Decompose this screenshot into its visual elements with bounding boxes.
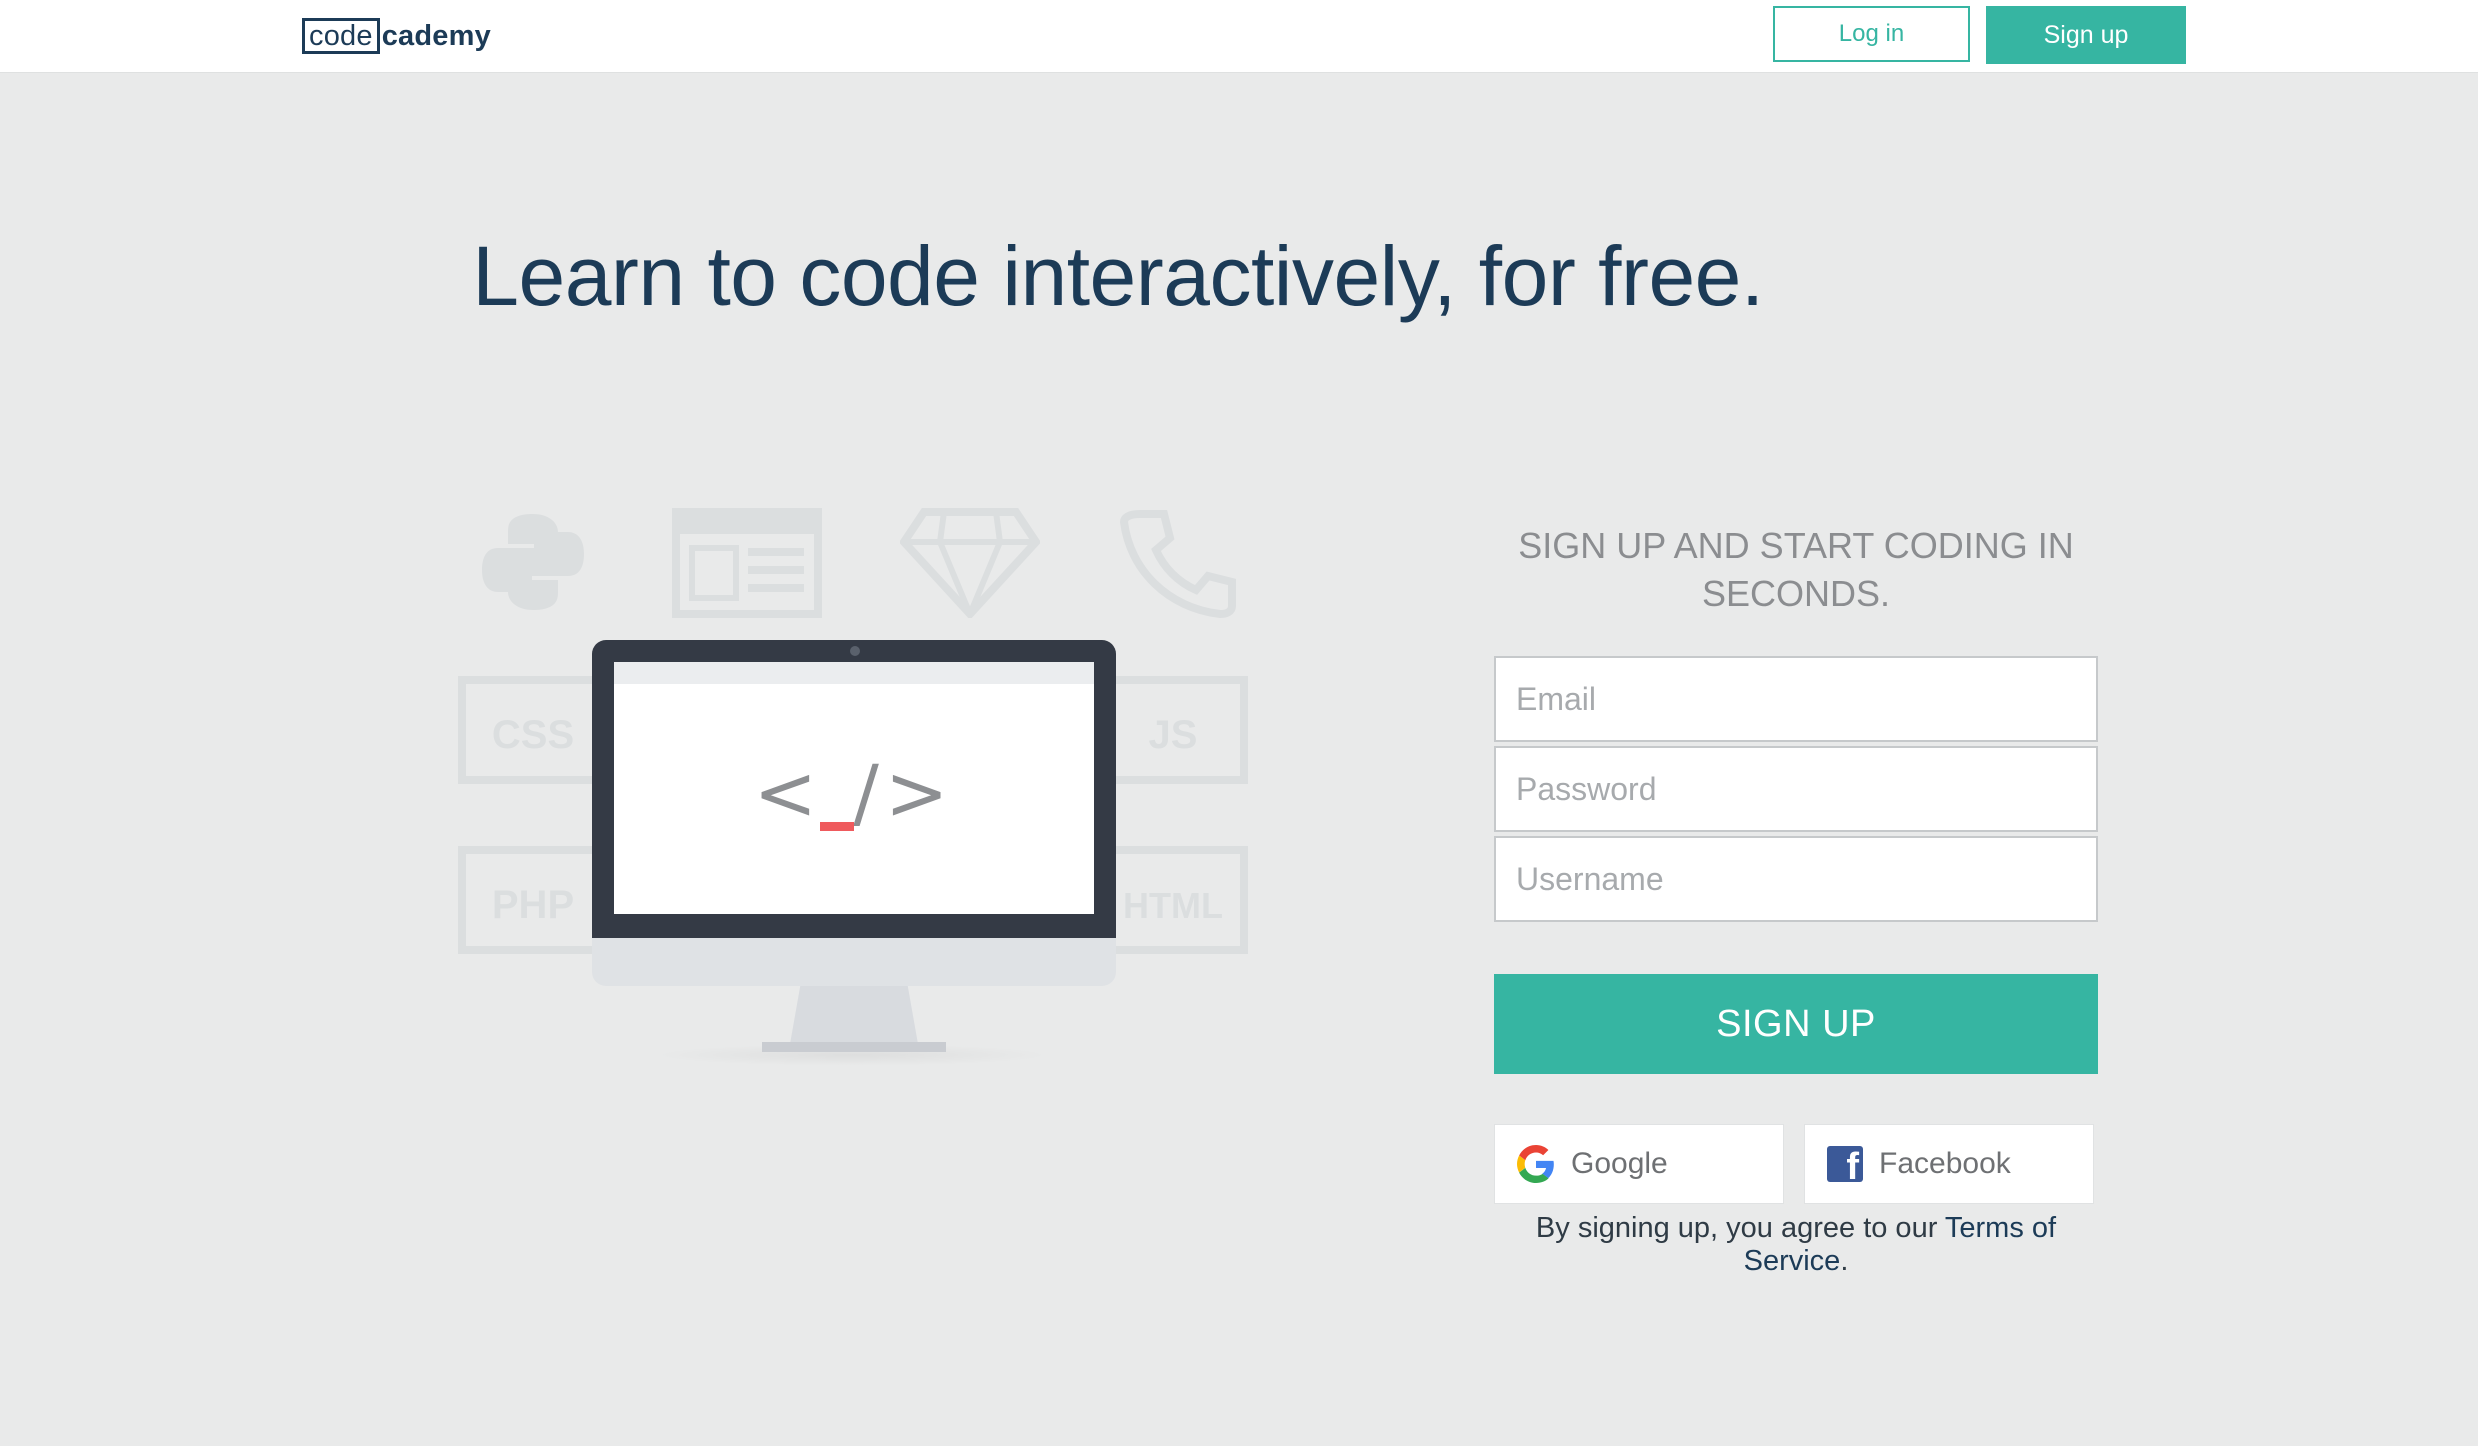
- css-tile-label: CSS: [492, 713, 574, 757]
- html-tile-icon: HTML: [1098, 846, 1248, 954]
- facebook-signup-button[interactable]: f Facebook: [1804, 1124, 2094, 1204]
- html-tile-label: HTML: [1123, 885, 1223, 926]
- python-icon: [482, 514, 584, 610]
- monitor-base: [762, 1042, 946, 1052]
- ruby-gem-icon: [900, 508, 1040, 618]
- signup-header-button[interactable]: Sign up: [1986, 6, 2186, 64]
- js-tile-label: JS: [1149, 713, 1198, 757]
- email-field[interactable]: [1494, 656, 2098, 742]
- top-nav: code cademy Log in Sign up: [0, 0, 2478, 73]
- terms-notice: By signing up, you agree to our Terms of…: [1494, 1212, 2098, 1278]
- logo-code-box: code: [302, 18, 380, 54]
- cursor-underscore: [820, 822, 854, 831]
- monitor-camera: [850, 646, 860, 656]
- browser-window-icon: [672, 508, 822, 618]
- username-field[interactable]: [1494, 836, 2098, 922]
- php-tile-icon: PHP: [458, 846, 608, 954]
- php-tile-label: PHP: [492, 883, 574, 927]
- monitor-screen-bar: [614, 662, 1094, 684]
- terms-suffix: .: [1840, 1245, 1849, 1277]
- login-button[interactable]: Log in: [1773, 6, 1970, 62]
- codecademy-logo[interactable]: code cademy: [302, 17, 491, 55]
- google-signup-button[interactable]: Google: [1494, 1124, 1784, 1204]
- facebook-icon: f: [1827, 1146, 1863, 1186]
- signup-submit-button[interactable]: SIGN UP: [1494, 974, 2098, 1074]
- monitor-stand: [790, 986, 918, 1044]
- code-tag-glyph: < />: [753, 748, 955, 837]
- google-label: Google: [1571, 1147, 1668, 1180]
- terms-prefix: By signing up, you agree to our: [1535, 1212, 1945, 1244]
- page-title: Learn to code interactively, for free.: [472, 229, 1764, 323]
- signup-heading: SIGN UP AND START CODING IN SECONDS.: [1518, 525, 2074, 614]
- monitor-chin: [592, 938, 1116, 986]
- js-tile-icon: JS: [1098, 676, 1248, 784]
- css-tile-icon: CSS: [458, 676, 608, 784]
- facebook-label: Facebook: [1879, 1147, 2011, 1180]
- password-field[interactable]: [1494, 746, 2098, 832]
- google-icon: [1517, 1145, 1554, 1183]
- phone-icon: [1120, 510, 1236, 618]
- logo-text: cademy: [381, 19, 491, 52]
